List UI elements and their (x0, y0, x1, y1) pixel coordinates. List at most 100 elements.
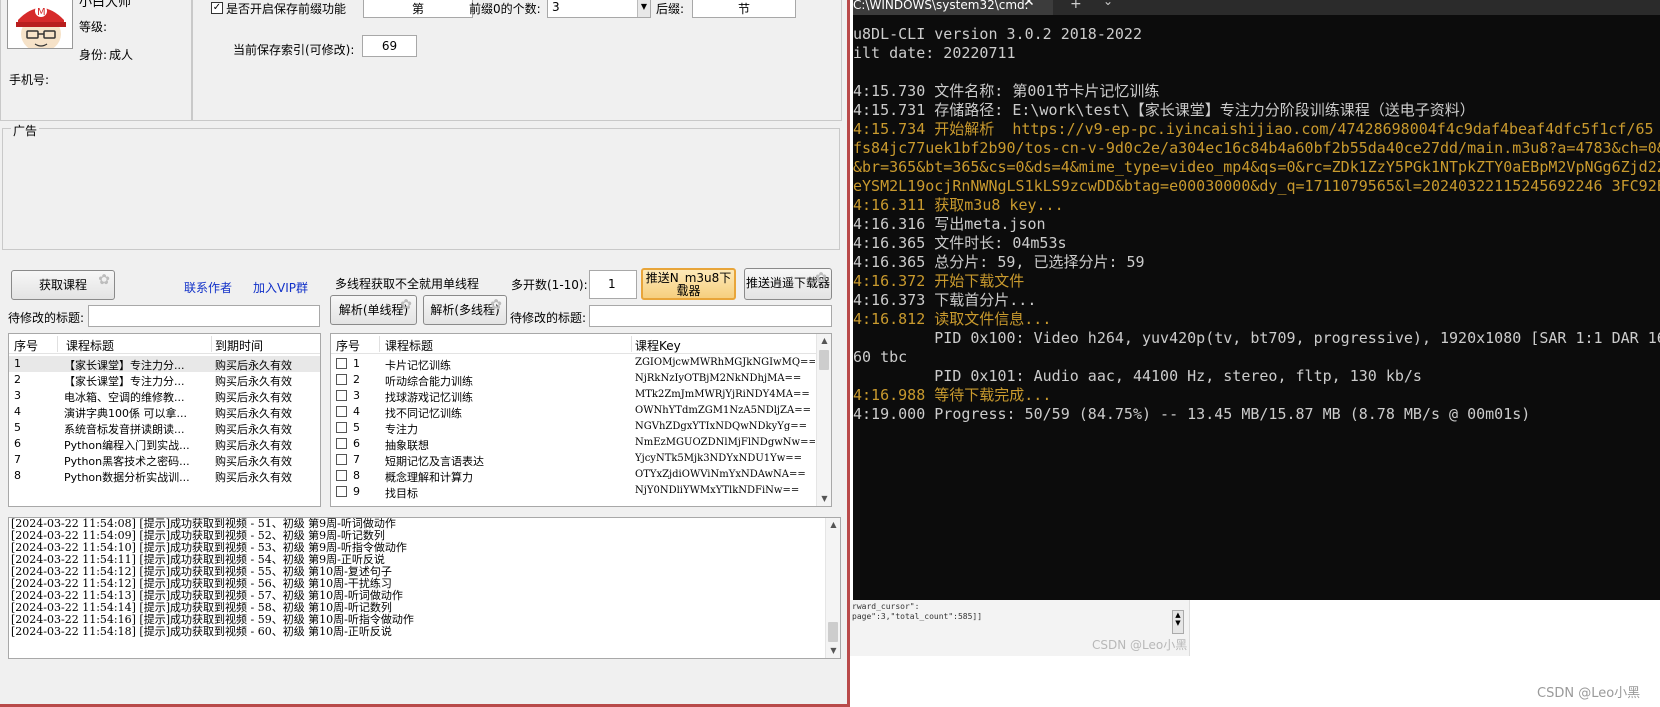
chevron-down-icon[interactable]: ⌄ (1103, 0, 1113, 8)
row-checkbox[interactable] (336, 374, 347, 385)
scroll-down-icon[interactable]: ▼ (826, 644, 840, 658)
left-pending-title-input[interactable] (88, 305, 320, 327)
row-no: 2 (14, 373, 21, 386)
multi-count-input[interactable]: 1 (589, 270, 637, 299)
parse-single-button[interactable]: 解析(单线程) ✿ (330, 295, 417, 325)
table-row[interactable]: 1 卡片记忆训练 ZGIOMjcwMWRhMGJkNGIwMQ== (331, 356, 831, 372)
row-no: 5 (14, 421, 21, 434)
terminal-line: 4:15.731 存储路径: E:\work\test\【家长课堂】专注力分阶段… (853, 101, 1475, 119)
close-icon[interactable]: ✕ (1023, 0, 1035, 9)
suffix-label: 后缀: (656, 2, 685, 16)
row-checkbox[interactable] (336, 358, 347, 369)
left-pending-title-label: 待修改的标题: (8, 311, 85, 325)
row-no: 6 (14, 437, 21, 450)
table-row[interactable]: 6 Python编程入门到实战... 购买后永久有效 (9, 436, 320, 452)
terminal-line: 4:16.988 等待下载完成... (853, 386, 1052, 404)
lesson-list-scrollbar[interactable]: ▲ ▼ (816, 334, 831, 506)
row-checkbox[interactable] (336, 486, 347, 497)
table-row[interactable]: 1 【家长课堂】专注力分... 购买后永久有效 (9, 356, 320, 372)
table-row[interactable]: 5 系统音标发音拼读朗读... 购买后永久有效 (9, 420, 320, 436)
lesson-list: 序号 课程标题 课程Key 1 卡片记忆训练 ZGIOMjcwMWRhMGJkNGI… (330, 333, 832, 507)
table-row[interactable]: 2 【家长课堂】专注力分... 购买后永久有效 (9, 372, 320, 388)
col-header-expire[interactable]: 到期时间 (215, 337, 263, 354)
terminal-tab[interactable]: C:\WINDOWS\system32\cmd. ✕ (853, 0, 1053, 15)
prefix-input[interactable]: 第 (363, 0, 473, 18)
row-no: 3 (353, 389, 360, 402)
terminal-line: 4:16.365 文件时长: 04m53s (853, 234, 1067, 252)
push-m3u8-button[interactable]: 推送N_m3u8下载器 (641, 268, 736, 300)
row-checkbox[interactable] (336, 438, 347, 449)
scrollbar[interactable]: ▲ ▼ (1172, 610, 1184, 634)
col-header-no[interactable]: 序号 (14, 337, 38, 354)
terminal-line: PID 0x101: Audio aac, 44100 Hz, stereo, … (853, 367, 1422, 385)
row-title: Python数据分析实战训... (64, 471, 190, 484)
row-no: 4 (353, 405, 360, 418)
row-no: 8 (14, 469, 21, 482)
suffix-input[interactable]: 节 (692, 0, 796, 18)
row-expire: 购买后永久有效 (215, 439, 292, 452)
row-expire: 购买后永久有效 (215, 407, 292, 420)
level-label: 等级: (79, 20, 108, 34)
row-checkbox[interactable] (336, 390, 347, 401)
row-checkbox[interactable] (336, 454, 347, 465)
row-no: 2 (353, 373, 360, 386)
terminal-line: 4:15.730 文件名称: 第001节卡片记忆训练 (853, 82, 1160, 100)
row-checkbox[interactable] (336, 422, 347, 433)
prefix-checkbox[interactable]: ✓ (211, 2, 223, 14)
row-no: 4 (14, 405, 21, 418)
table-row[interactable]: 7 短期记忆及言语表达 YjcyNTk5Mjk3NDYxNDU1Yw== (331, 452, 831, 468)
contact-author-link[interactable]: 联系作者 (184, 279, 232, 296)
table-row[interactable]: 5 专注力 NGVhZDgxYTIxNDQwNDkyYg== (331, 420, 831, 436)
get-course-button[interactable]: 获取课程 ✿ (11, 270, 115, 300)
scroll-up-icon[interactable]: ▲ (826, 518, 840, 532)
save-index-input[interactable]: 69 (362, 35, 417, 57)
table-row[interactable]: 2 听动综合能力训练 NjRkNzIyOTBjM2NkNDhjMA== (331, 372, 831, 388)
table-row[interactable]: 4 演讲字典100係 可以拿... 购买后永久有效 (9, 404, 320, 420)
scroll-thumb[interactable] (819, 350, 829, 370)
table-row[interactable]: 3 电冰箱、空调的维修教... 购买后永久有效 (9, 388, 320, 404)
row-title: Python编程入门到实战... (64, 439, 190, 452)
table-row[interactable]: 4 找不同记忆训练 OWNhYTdmZGM1NzA5NDljZA== (331, 404, 831, 420)
row-checkbox[interactable] (336, 470, 347, 481)
table-row[interactable]: 8 Python数据分析实战训... 购买后永久有效 (9, 468, 320, 484)
new-tab-icon[interactable]: + (1070, 0, 1082, 12)
log-scrollbar[interactable]: ▲ ▼ (825, 518, 840, 658)
row-expire: 购买后永久有效 (215, 471, 292, 484)
chevron-down-icon[interactable]: ▼ (637, 0, 650, 17)
terminal-line: ilt date: 20220711 (853, 44, 1016, 62)
row-expire: 购买后永久有效 (215, 375, 292, 388)
row-key: MTk2ZmJmMWRjYjRiNDY4MA== (635, 389, 810, 400)
table-row[interactable]: 9 找目标 NjY0NDliYWMxYTlkNDFiNw== (331, 484, 831, 500)
zero-count-select[interactable]: 3 (547, 0, 651, 18)
lesson-list-header: 序号 课程标题 课程Key (331, 334, 831, 354)
row-key: YjcyNTk5Mjk3NDYxNDU1Yw== (635, 453, 803, 464)
table-row[interactable]: 6 抽象联想 NmEzMGUOZDNlMjFlNDgwNw== (331, 436, 831, 452)
row-checkbox[interactable] (336, 406, 347, 417)
settings-panel: ✓ 是否开启保存前缀功能 第 前缀0的个数: 3 ▼ 后缀: 节 当前保存索引(… (192, 0, 842, 121)
terminal-window: C:\WINDOWS\system32\cmd. ✕ + ⌄ u8DL-CLI … (853, 0, 1660, 600)
svg-text:M: M (37, 7, 46, 18)
right-pending-title-input[interactable] (589, 305, 832, 327)
row-no: 3 (14, 389, 21, 402)
row-key: NmEzMGUOZDNlMjFlNDgwNw== (635, 437, 815, 448)
col-header-title[interactable]: 课程标题 (385, 337, 433, 354)
parse-multi-button[interactable]: 解析(多线程) ✿ (423, 295, 507, 325)
col-header-no[interactable]: 序号 (336, 337, 360, 354)
table-row[interactable]: 3 找球游戏记忆训练 MTk2ZmJmMWRjYjRiNDY4MA== (331, 388, 831, 404)
terminal-output[interactable]: u8DL-CLI version 3.0.2 2018-2022 ilt date… (853, 25, 1660, 424)
terminal-line: 4:16.316 写出meta.json (853, 215, 1046, 233)
join-vip-link[interactable]: 加入VIP群 (253, 279, 308, 296)
col-header-title[interactable]: 课程标题 (66, 337, 114, 354)
push-xiaoyao-button[interactable]: 推送逍遥下载器 ✿ (744, 268, 832, 300)
terminal-line: 4:16.812 读取文件信息... (853, 310, 1052, 328)
log-output[interactable]: [2024-03-22 11:54:08] [提示]成功获取到视频 - 51、初… (8, 517, 841, 659)
terminal-line: eYSM2L19ocjRnNWNgLS1kLS9zcwDD&btag=e0003… (853, 177, 1660, 195)
scroll-down-icon[interactable]: ▼ (817, 492, 831, 506)
row-key: ZGIOMjcwMWRhMGJkNGIwMQ== (635, 357, 815, 368)
table-row[interactable]: 7 Python黑客技术之密码... 购买后永久有效 (9, 452, 320, 468)
scroll-thumb[interactable] (828, 622, 838, 642)
user-avatar: M (7, 0, 73, 49)
table-row[interactable]: 8 概念理解和计算力 OTYxZjdiOWViNmYxNDAwNA== (331, 468, 831, 484)
scroll-up-icon[interactable]: ▲ (817, 334, 831, 348)
col-header-key[interactable]: 课程Key (635, 337, 681, 354)
